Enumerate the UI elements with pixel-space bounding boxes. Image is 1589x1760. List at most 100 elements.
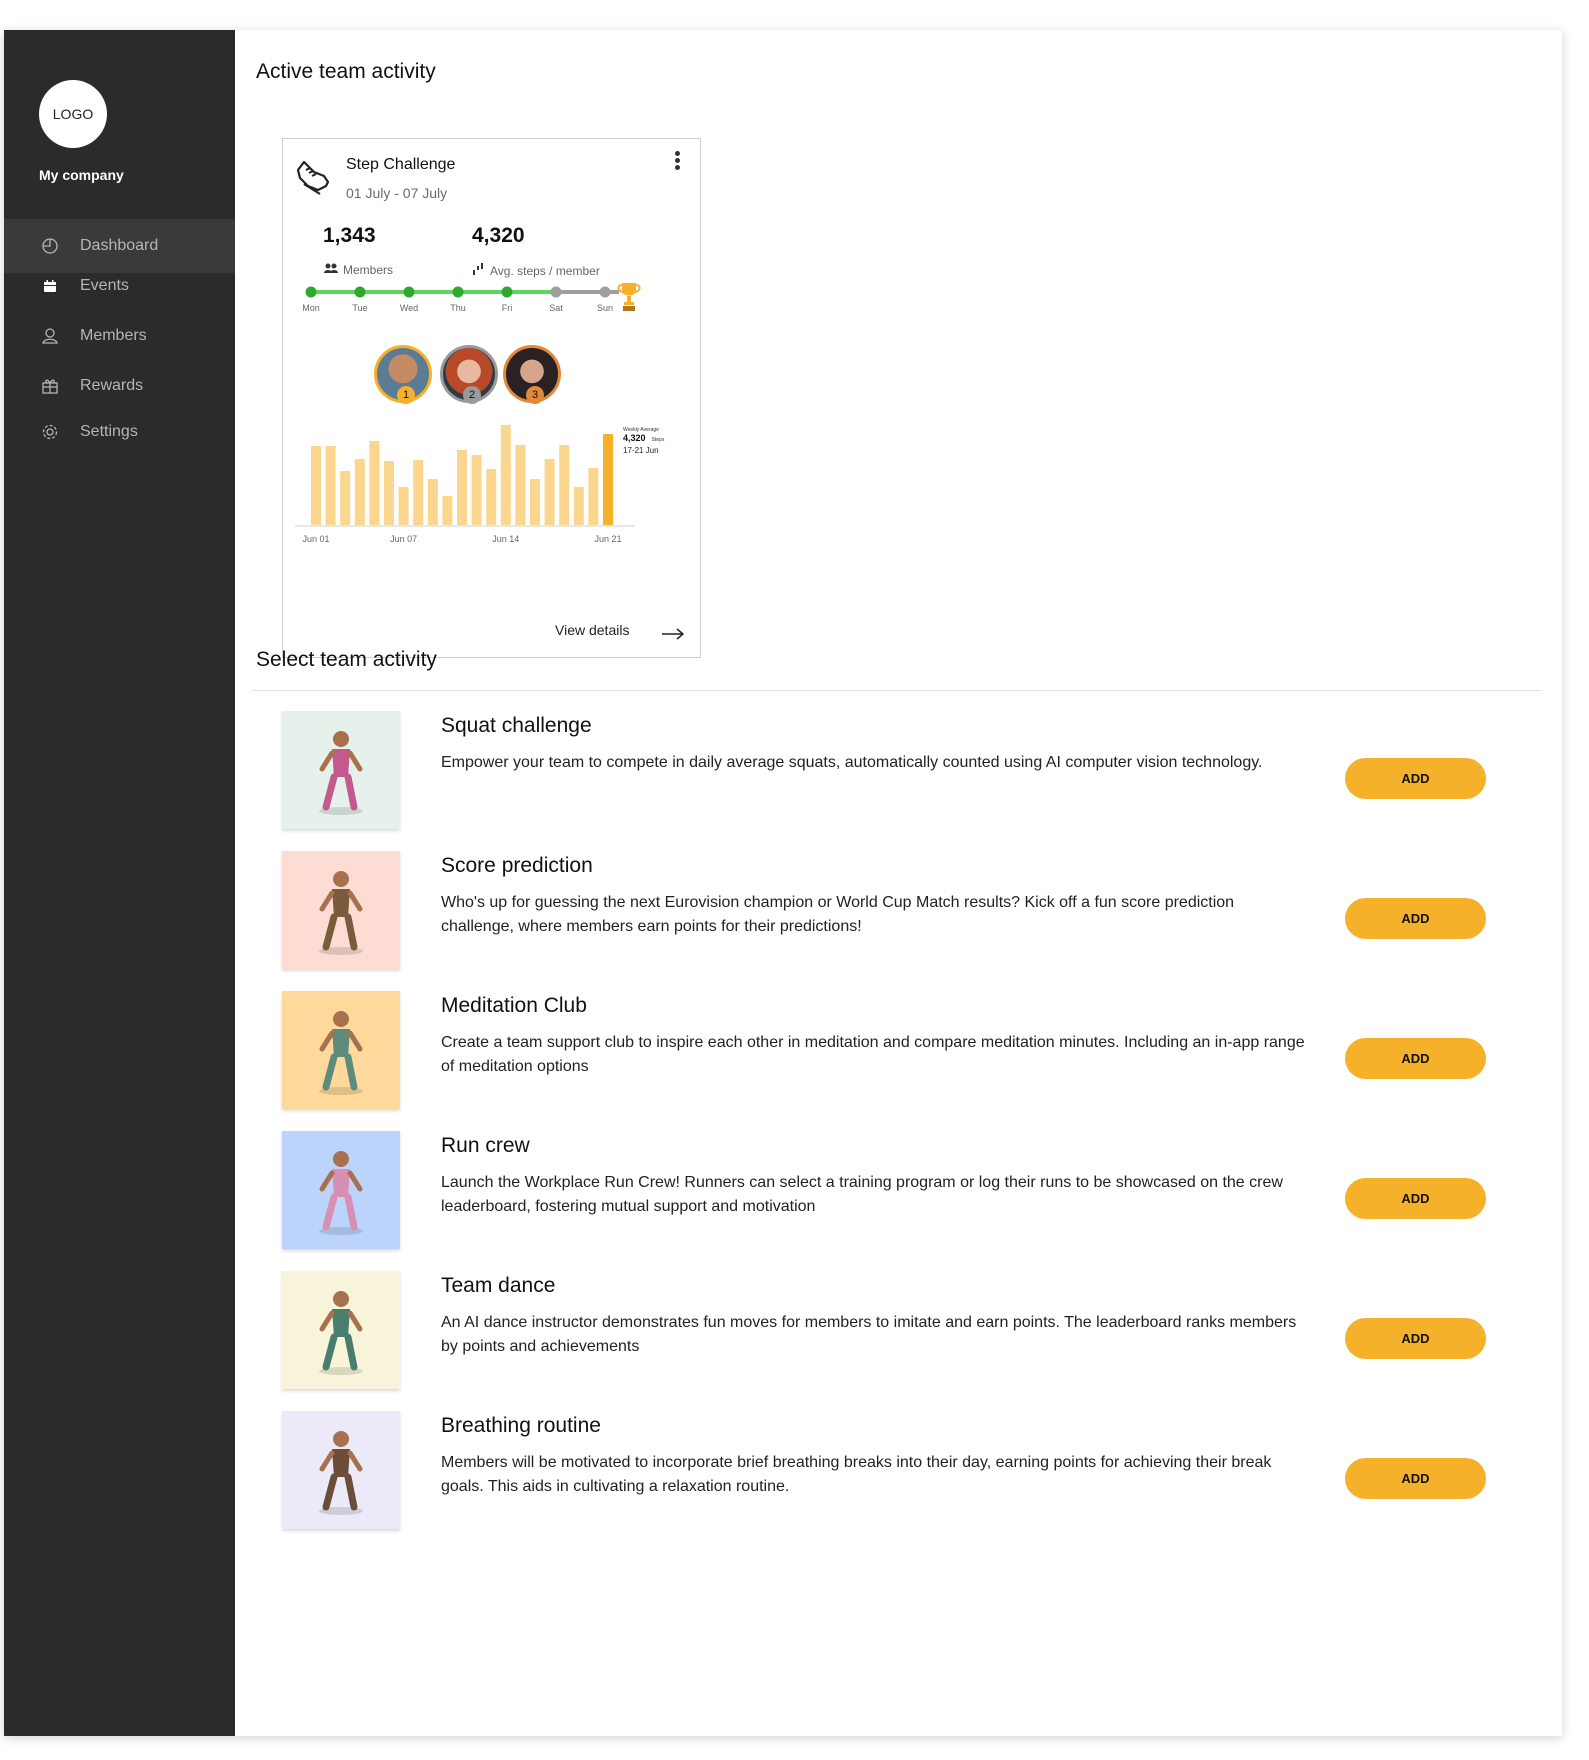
activity-thumbnail xyxy=(282,1271,400,1389)
day-marker xyxy=(501,286,513,298)
activity-row: Score prediction Who's up for guessing th… xyxy=(282,851,1552,971)
avg-steps-value: 4,320 xyxy=(472,224,525,247)
chart-bar[interactable] xyxy=(325,446,336,525)
activity-description: An AI dance instructor demonstrates fun … xyxy=(441,1314,1297,1355)
chart-bar[interactable] xyxy=(559,445,570,525)
sidebar-item-label: Rewards xyxy=(80,377,144,394)
activity-title: Team dance xyxy=(441,1274,556,1297)
activity-row: Squat challenge Empower your team to comp… xyxy=(282,711,1552,831)
chart-bar[interactable] xyxy=(486,469,497,525)
activity-row: Team dance An AI dance instructor demonst… xyxy=(282,1271,1552,1391)
leader-avatar[interactable]: 1 xyxy=(374,345,432,404)
members-label: Members xyxy=(343,262,394,277)
activity-description: Who's up for guessing the next Eurovisio… xyxy=(441,894,1235,935)
sidebar: LOGO My company Dashboard Events Members… xyxy=(4,30,235,1736)
app-window: LOGO My company Dashboard Events Members… xyxy=(4,30,1562,1736)
chart-bar[interactable] xyxy=(311,446,321,525)
challenge-title: Step Challenge xyxy=(346,156,456,173)
day-marker xyxy=(305,286,317,298)
chart-bar[interactable] xyxy=(340,471,351,525)
chart-bar[interactable] xyxy=(573,487,584,525)
more-options-icon[interactable] xyxy=(672,151,682,173)
view-details-link[interactable]: View details xyxy=(555,622,629,638)
chart-bar[interactable] xyxy=(384,461,394,525)
gift-icon xyxy=(40,376,60,396)
chart-bar[interactable] xyxy=(603,434,613,525)
dashboard-icon xyxy=(40,236,60,256)
x-tick-label: Jun 21 xyxy=(594,534,621,544)
add-activity-button[interactable]: ADD xyxy=(1345,1038,1486,1079)
select-activity-heading: Select team activity xyxy=(256,648,437,671)
trophy-icon xyxy=(616,281,642,318)
steps-icon xyxy=(472,262,486,279)
user-icon xyxy=(40,326,60,346)
activity-title: Meditation Club xyxy=(441,994,587,1017)
add-activity-button[interactable]: ADD xyxy=(1345,758,1486,799)
day-label: Tue xyxy=(352,303,367,313)
activity-row: Run crew Launch the Workplace Run Crew! R… xyxy=(282,1131,1552,1251)
rank-badge: 3 xyxy=(526,386,544,404)
company-logo[interactable]: LOGO xyxy=(39,80,107,148)
day-marker xyxy=(550,286,562,298)
activity-thumbnail xyxy=(282,1411,400,1529)
activity-thumbnail xyxy=(282,991,400,1109)
activity-description: Launch the Workplace Run Crew! Runners c… xyxy=(441,1174,1283,1215)
sidebar-item-label: Settings xyxy=(80,423,138,440)
add-activity-button[interactable]: ADD xyxy=(1345,1178,1486,1219)
chart-bar[interactable] xyxy=(530,479,540,525)
day-label: Sun xyxy=(597,303,613,313)
day-label: Sat xyxy=(549,303,563,313)
arrow-right-icon[interactable] xyxy=(661,627,685,641)
day-marker xyxy=(403,286,415,298)
members-stat-label: Members xyxy=(323,262,393,277)
x-tick-label: Jun 01 xyxy=(302,534,329,544)
rank-badge: 2 xyxy=(463,386,481,404)
chart-bar[interactable] xyxy=(544,459,555,525)
chart-bar[interactable] xyxy=(500,425,511,525)
leader-avatar[interactable]: 2 xyxy=(440,345,498,404)
step-challenge-card[interactable]: Step Challenge 01 July - 07 July 1,343 M… xyxy=(282,138,701,658)
activity-title: Squat challenge xyxy=(441,714,592,737)
leader-avatar[interactable]: 3 xyxy=(503,345,561,404)
sidebar-item-settings[interactable]: Settings xyxy=(4,405,235,459)
day-marker xyxy=(452,286,464,298)
add-activity-button[interactable]: ADD xyxy=(1345,898,1486,939)
activity-thumbnail xyxy=(282,1131,400,1249)
chart-bar[interactable] xyxy=(471,455,482,525)
day-label: Thu xyxy=(450,303,466,313)
sneaker-icon xyxy=(294,156,334,201)
challenge-dates: 01 July - 07 July xyxy=(346,185,448,201)
sidebar-item-members[interactable]: Members xyxy=(4,309,235,363)
x-tick-label: Jun 14 xyxy=(492,534,519,544)
activity-title: Score prediction xyxy=(441,854,593,877)
chart-bar[interactable] xyxy=(427,479,438,525)
x-tick-label: Jun 07 xyxy=(390,534,417,544)
activity-row: Breathing routine Members will be motivat… xyxy=(282,1411,1552,1531)
calendar-icon xyxy=(40,276,60,296)
activity-thumbnail xyxy=(282,851,400,969)
avg-steps-label: Avg. steps / member xyxy=(490,263,600,278)
day-marker xyxy=(599,286,611,298)
sidebar-item-label: Dashboard xyxy=(80,237,159,254)
day-label: Wed xyxy=(400,303,418,313)
chart-bar[interactable] xyxy=(413,460,424,525)
chart-bar[interactable] xyxy=(457,450,467,525)
activity-thumbnail xyxy=(282,711,400,829)
day-marker xyxy=(354,286,366,298)
company-name: My company xyxy=(39,167,124,183)
add-activity-button[interactable]: ADD xyxy=(1345,1458,1486,1499)
chart-bar[interactable] xyxy=(442,496,453,525)
chart-bar[interactable] xyxy=(369,441,380,525)
sidebar-item-events[interactable]: Events xyxy=(4,259,235,313)
chart-bar[interactable] xyxy=(398,487,409,525)
chart-bar[interactable] xyxy=(515,445,526,525)
add-activity-button[interactable]: ADD xyxy=(1345,1318,1486,1359)
day-label: Fri xyxy=(502,303,513,313)
activity-description: Empower your team to compete in daily av… xyxy=(441,754,1263,771)
main-content: Active team activity Step Challenge 01 J… xyxy=(235,30,1562,1736)
activity-title: Breathing routine xyxy=(441,1414,601,1437)
chart-bar[interactable] xyxy=(354,459,365,525)
chart-bar[interactable] xyxy=(588,468,599,525)
steps-bar-chart: Jun 01 Jun 07 Jun 14 Jun 21 xyxy=(295,425,635,544)
day-label: Mon xyxy=(302,303,320,313)
